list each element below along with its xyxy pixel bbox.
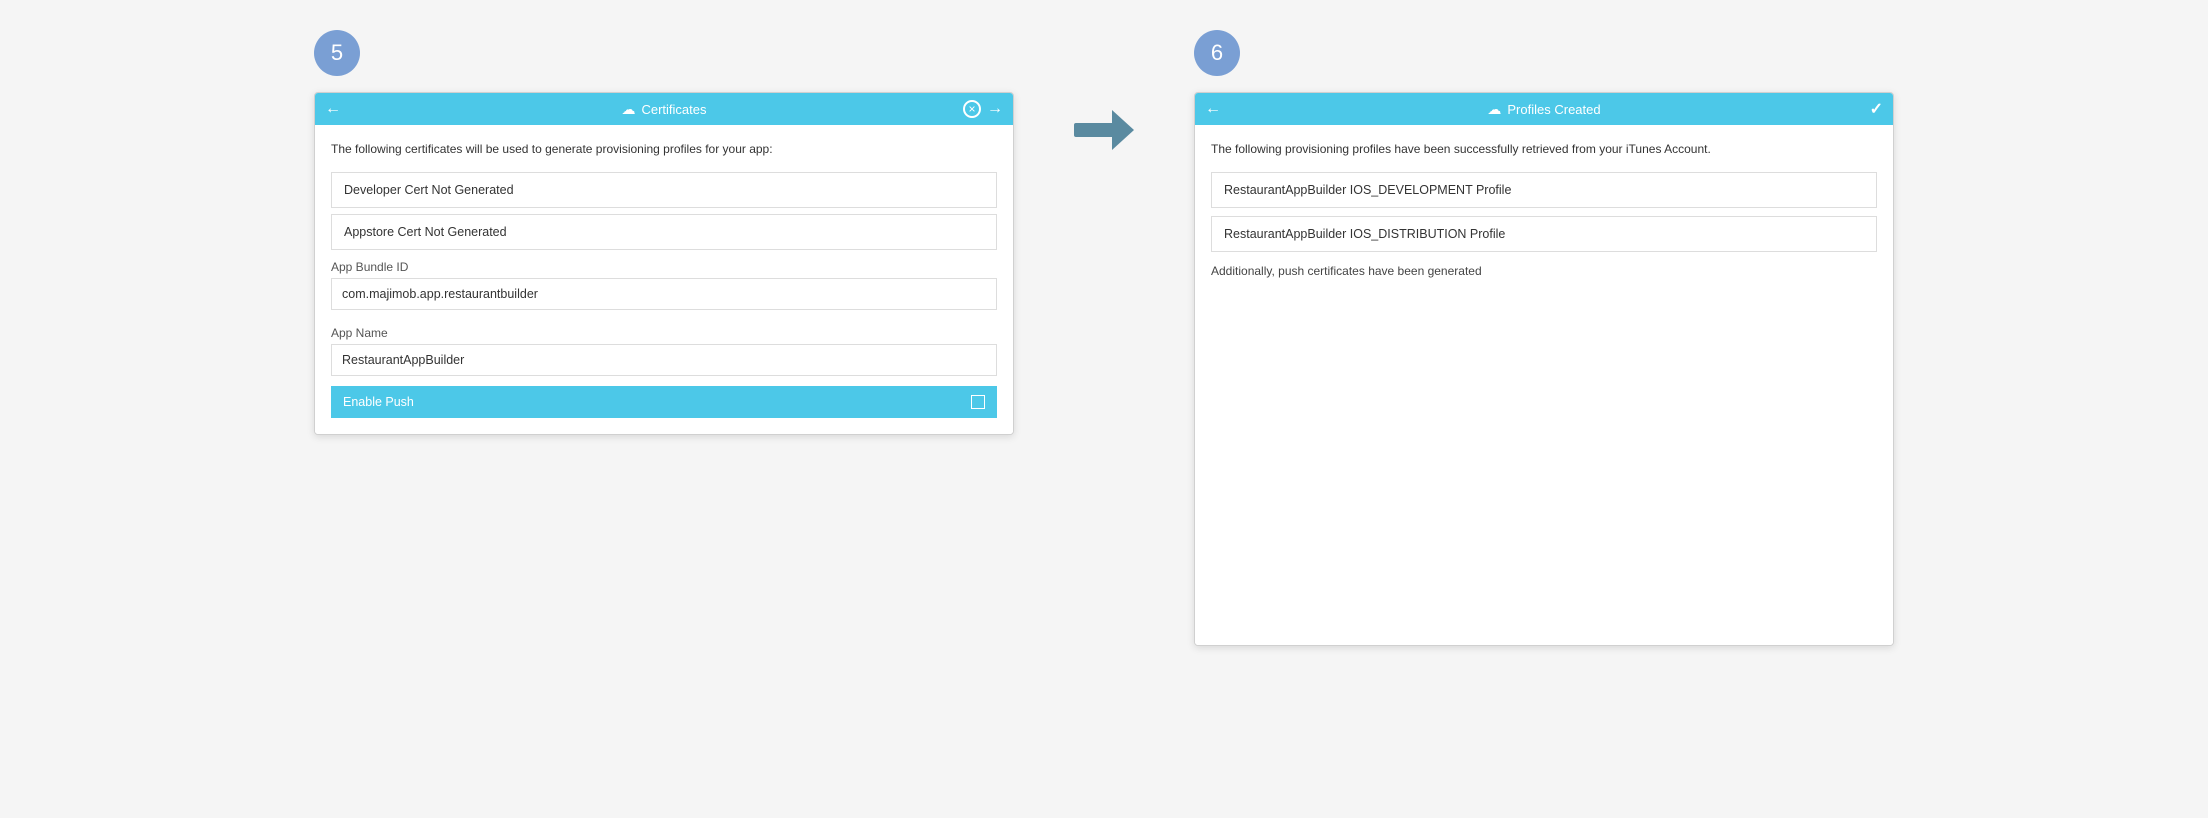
cert-item-appstore: Appstore Cert Not Generated (331, 214, 997, 250)
step-5-badge: 5 (314, 30, 360, 76)
bundle-id-input[interactable] (331, 278, 997, 310)
step-6-title: Profiles Created (1507, 102, 1600, 117)
step-6-window: ← ☁ Profiles Created ✓ The following pro… (1194, 92, 1894, 646)
close-button-5[interactable]: × (963, 100, 981, 118)
app-name-label: App Name (331, 326, 997, 340)
step-5-title: Certificates (641, 102, 706, 117)
step-6-container: 6 ← ☁ Profiles Created ✓ The following p… (1194, 30, 1894, 646)
step-arrow-icon (1074, 110, 1134, 150)
step-5-body: The following certificates will be used … (315, 125, 1013, 434)
back-arrow-5[interactable]: ← (325, 100, 341, 118)
step-5-titlebar-right: × → (963, 100, 1003, 118)
step-5-titlebar: ← ☁ Certificates × → (315, 93, 1013, 125)
step-5-window: ← ☁ Certificates × → The following certi… (314, 92, 1014, 435)
step-6-titlebar-center: ☁ Profiles Created (1487, 101, 1600, 118)
profile-item-development: RestaurantAppBuilder IOS_DEVELOPMENT Pro… (1211, 172, 1877, 208)
check-button-6[interactable]: ✓ (1870, 99, 1883, 119)
arrow-connector (1074, 30, 1134, 150)
additionally-text: Additionally, push certificates have bee… (1211, 264, 1877, 278)
cert-item-developer: Developer Cert Not Generated (331, 172, 997, 208)
forward-arrow-5[interactable]: → (987, 100, 1003, 118)
enable-push-checkbox[interactable] (971, 395, 985, 409)
profile-item-distribution: RestaurantAppBuilder IOS_DISTRIBUTION Pr… (1211, 216, 1877, 252)
step-6-titlebar-left: ← (1205, 100, 1221, 118)
step-6-badge: 6 (1194, 30, 1240, 76)
cloud-icon-5: ☁ (621, 101, 635, 118)
enable-push-label: Enable Push (343, 395, 414, 409)
step-5-titlebar-center: ☁ Certificates (621, 101, 706, 118)
step-6-titlebar: ← ☁ Profiles Created ✓ (1195, 93, 1893, 125)
step-6-titlebar-right: ✓ (1870, 99, 1883, 119)
step-5-titlebar-left: ← (325, 100, 341, 118)
app-name-input[interactable] (331, 344, 997, 376)
step-6-body: The following provisioning profiles have… (1195, 125, 1893, 645)
step-6-description: The following provisioning profiles have… (1211, 141, 1877, 158)
bundle-id-label: App Bundle ID (331, 260, 997, 274)
back-arrow-6[interactable]: ← (1205, 100, 1221, 118)
cloud-icon-6: ☁ (1487, 101, 1501, 118)
enable-push-row[interactable]: Enable Push (331, 386, 997, 418)
step-5-container: 5 ← ☁ Certificates × → The following cer… (314, 30, 1014, 435)
step-5-description: The following certificates will be used … (331, 141, 997, 158)
